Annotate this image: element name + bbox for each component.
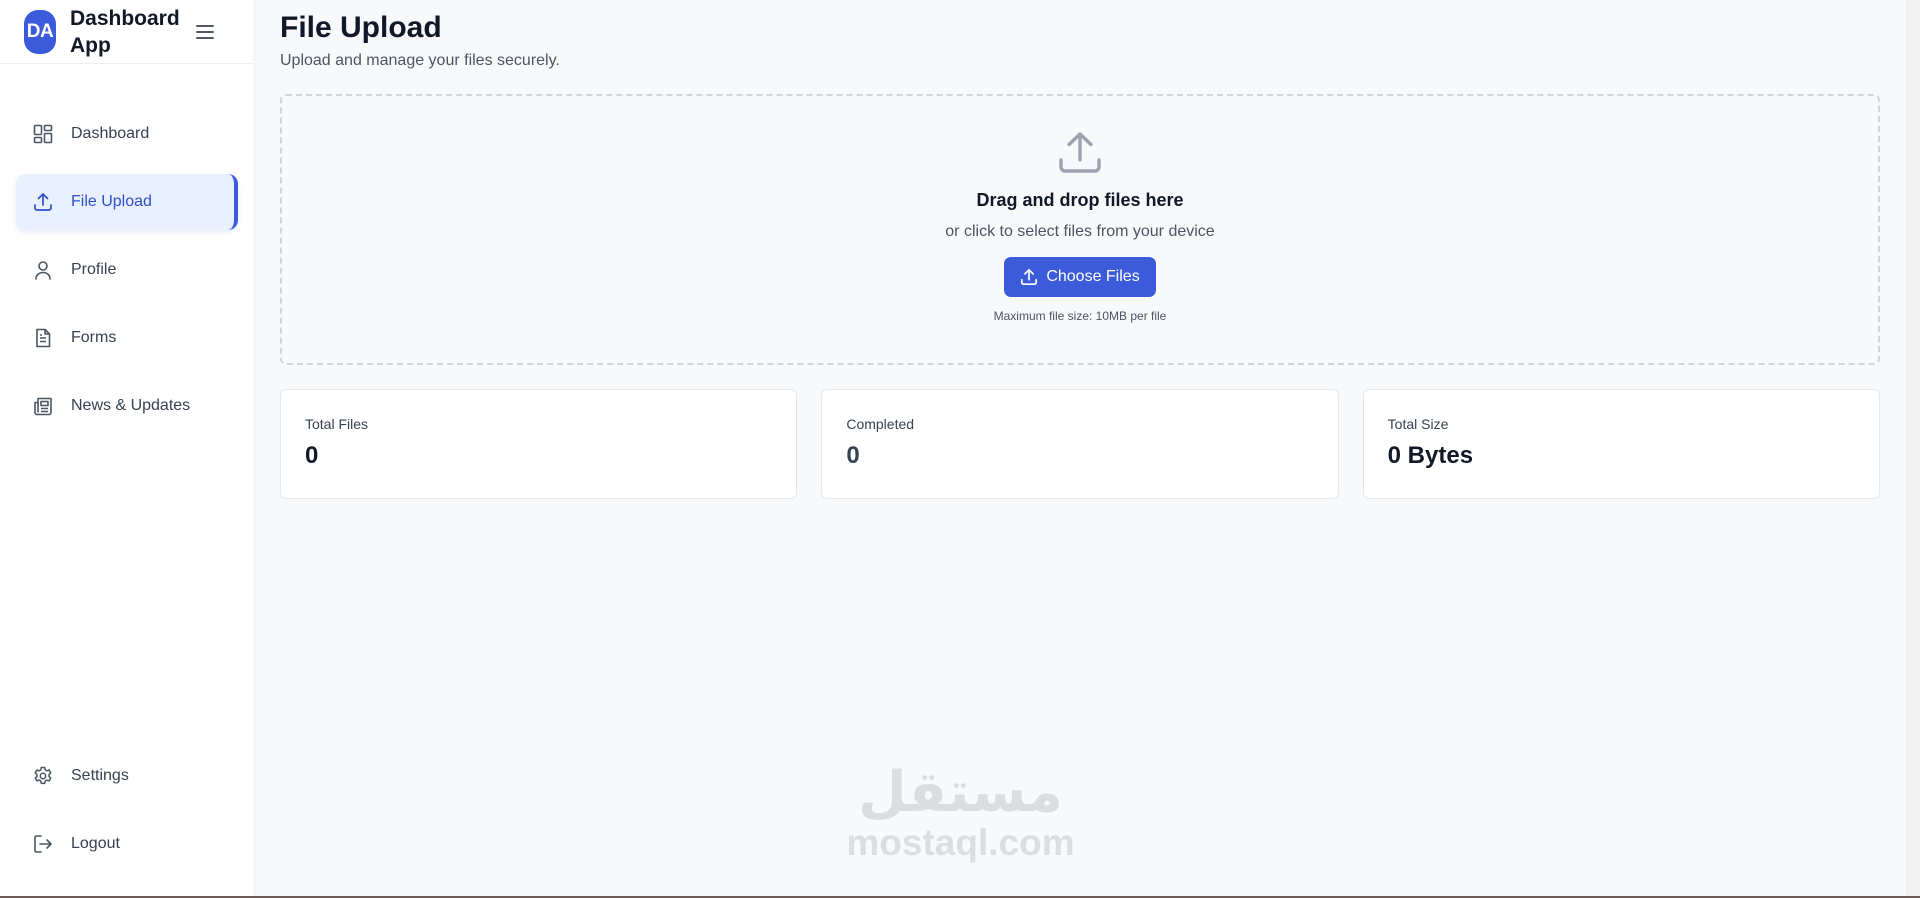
upload-icon	[1020, 268, 1038, 286]
document-icon	[32, 327, 54, 349]
sidebar-item-label: File Upload	[71, 193, 152, 210]
page-scrollbar[interactable]	[1906, 0, 1920, 896]
watermark: مستقل mostaql.com	[843, 765, 1078, 863]
sidebar-item-label: Settings	[71, 767, 129, 784]
stat-card-completed: Completed 0	[821, 389, 1339, 499]
stat-value: 0	[305, 442, 319, 469]
sidebar: DA Dashboard App Dashboard File Upload P…	[0, 0, 255, 898]
choose-files-button[interactable]: Choose Files	[1004, 257, 1156, 297]
stat-card-total-files: Total Files 0	[280, 389, 798, 499]
sidebar-nav: Dashboard File Upload Profile Forms News…	[0, 64, 254, 446]
newspaper-icon	[32, 395, 54, 417]
sidebar-item-dashboard[interactable]: Dashboard	[16, 106, 238, 162]
sidebar-item-file-upload[interactable]: File Upload	[16, 174, 238, 230]
user-icon	[32, 259, 54, 281]
sidebar-item-label: Logout	[71, 835, 120, 852]
upload-cloud-icon	[1057, 130, 1103, 176]
upload-icon	[32, 191, 54, 213]
stat-value: 0 Bytes	[1387, 442, 1474, 469]
stats-row: Total Files 0 Completed 0 Total Size 0 B…	[280, 389, 1880, 499]
logout-icon	[32, 833, 54, 855]
sidebar-item-logout[interactable]: Logout	[16, 816, 238, 872]
stat-label: Total Files	[305, 416, 369, 432]
dropzone-title: Drag and drop files here	[976, 190, 1184, 210]
brand-header: DA Dashboard App	[0, 0, 254, 64]
page-subtitle: Upload and manage your files securely.	[280, 52, 560, 69]
choose-files-label: Choose Files	[1046, 268, 1140, 285]
sidebar-item-label: Forms	[71, 329, 117, 346]
stat-label: Total Size	[1387, 416, 1449, 432]
stat-label: Completed	[846, 416, 915, 432]
sidebar-item-news-updates[interactable]: News & Updates	[16, 378, 238, 434]
sidebar-bottom: Settings Logout	[16, 748, 238, 884]
page-title: File Upload	[280, 11, 442, 44]
main-content: File Upload Upload and manage your files…	[255, 0, 1920, 898]
sidebar-item-settings[interactable]: Settings	[16, 748, 238, 804]
menu-toggle-icon[interactable]	[194, 21, 216, 43]
sidebar-item-profile[interactable]: Profile	[16, 242, 238, 298]
gear-icon	[32, 765, 54, 787]
stat-value: 0	[846, 442, 860, 469]
watermark-arabic: مستقل	[858, 760, 1063, 825]
file-dropzone[interactable]: Drag and drop files here or click to sel…	[280, 94, 1880, 365]
grid-icon	[32, 123, 54, 145]
sidebar-item-label: Profile	[71, 261, 117, 278]
dropzone-subtitle: or click to select files from your devic…	[945, 223, 1215, 240]
sidebar-item-forms[interactable]: Forms	[16, 310, 238, 366]
file-size-hint: Maximum file size: 10MB per file	[993, 309, 1167, 323]
brand-logo: DA	[24, 9, 56, 54]
sidebar-item-label: News & Updates	[71, 397, 191, 414]
brand-name: Dashboard App	[70, 6, 180, 57]
stat-card-total-size: Total Size 0 Bytes	[1362, 389, 1880, 499]
watermark-latin: mostaql.com	[846, 822, 1075, 863]
sidebar-item-label: Dashboard	[71, 125, 150, 142]
